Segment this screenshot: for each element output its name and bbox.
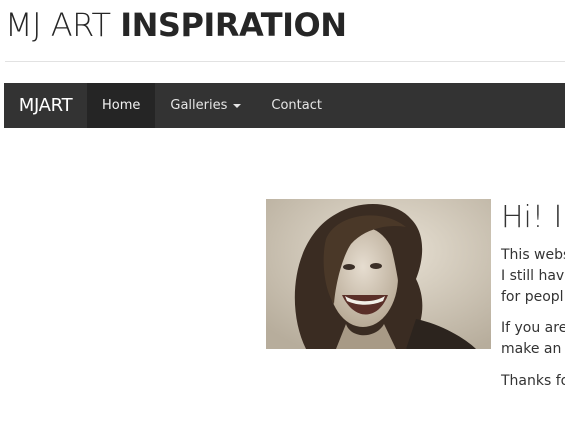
intro-paragraph-1-line-3: for peopl [501,289,564,305]
site-title: MJ ART INSPIRATION [5,4,347,46]
navbar-brand[interactable]: MJART [4,83,87,128]
site-title-bold: INSPIRATION [120,6,347,44]
nav-item-contact[interactable]: Contact [256,83,337,128]
intro-paragraph-2-line-2: make an [501,341,562,357]
portrait-image [266,199,491,349]
caret-down-icon [233,103,242,108]
nav-item-galleries-label: Galleries [170,98,228,113]
intro-paragraph-3: Thanks fo [501,373,565,389]
main-navbar: MJART Home Galleries Contact [4,83,565,128]
nav-item-home[interactable]: Home [87,83,156,128]
page: MJ ART INSPIRATION MJART Home Galleries … [0,0,565,443]
site-title-light: MJ ART [5,6,111,44]
intro-paragraph-1: This webs I still have for peopl [501,245,565,308]
portrait-photo [266,199,491,349]
intro-paragraph-1-line-2: I still have [501,268,565,284]
nav-item-contact-label: Contact [271,98,322,113]
nav-item-home-label: Home [102,98,141,113]
intro-paragraph-2-line-1: If you are [501,320,565,336]
welcome-heading: Hi! I'r [501,200,565,235]
header-divider [5,61,565,62]
intro-paragraph-1-line-1: This webs [501,247,565,263]
intro-paragraph-2: If you are make an [501,318,565,360]
nav-item-galleries[interactable]: Galleries [155,83,256,128]
